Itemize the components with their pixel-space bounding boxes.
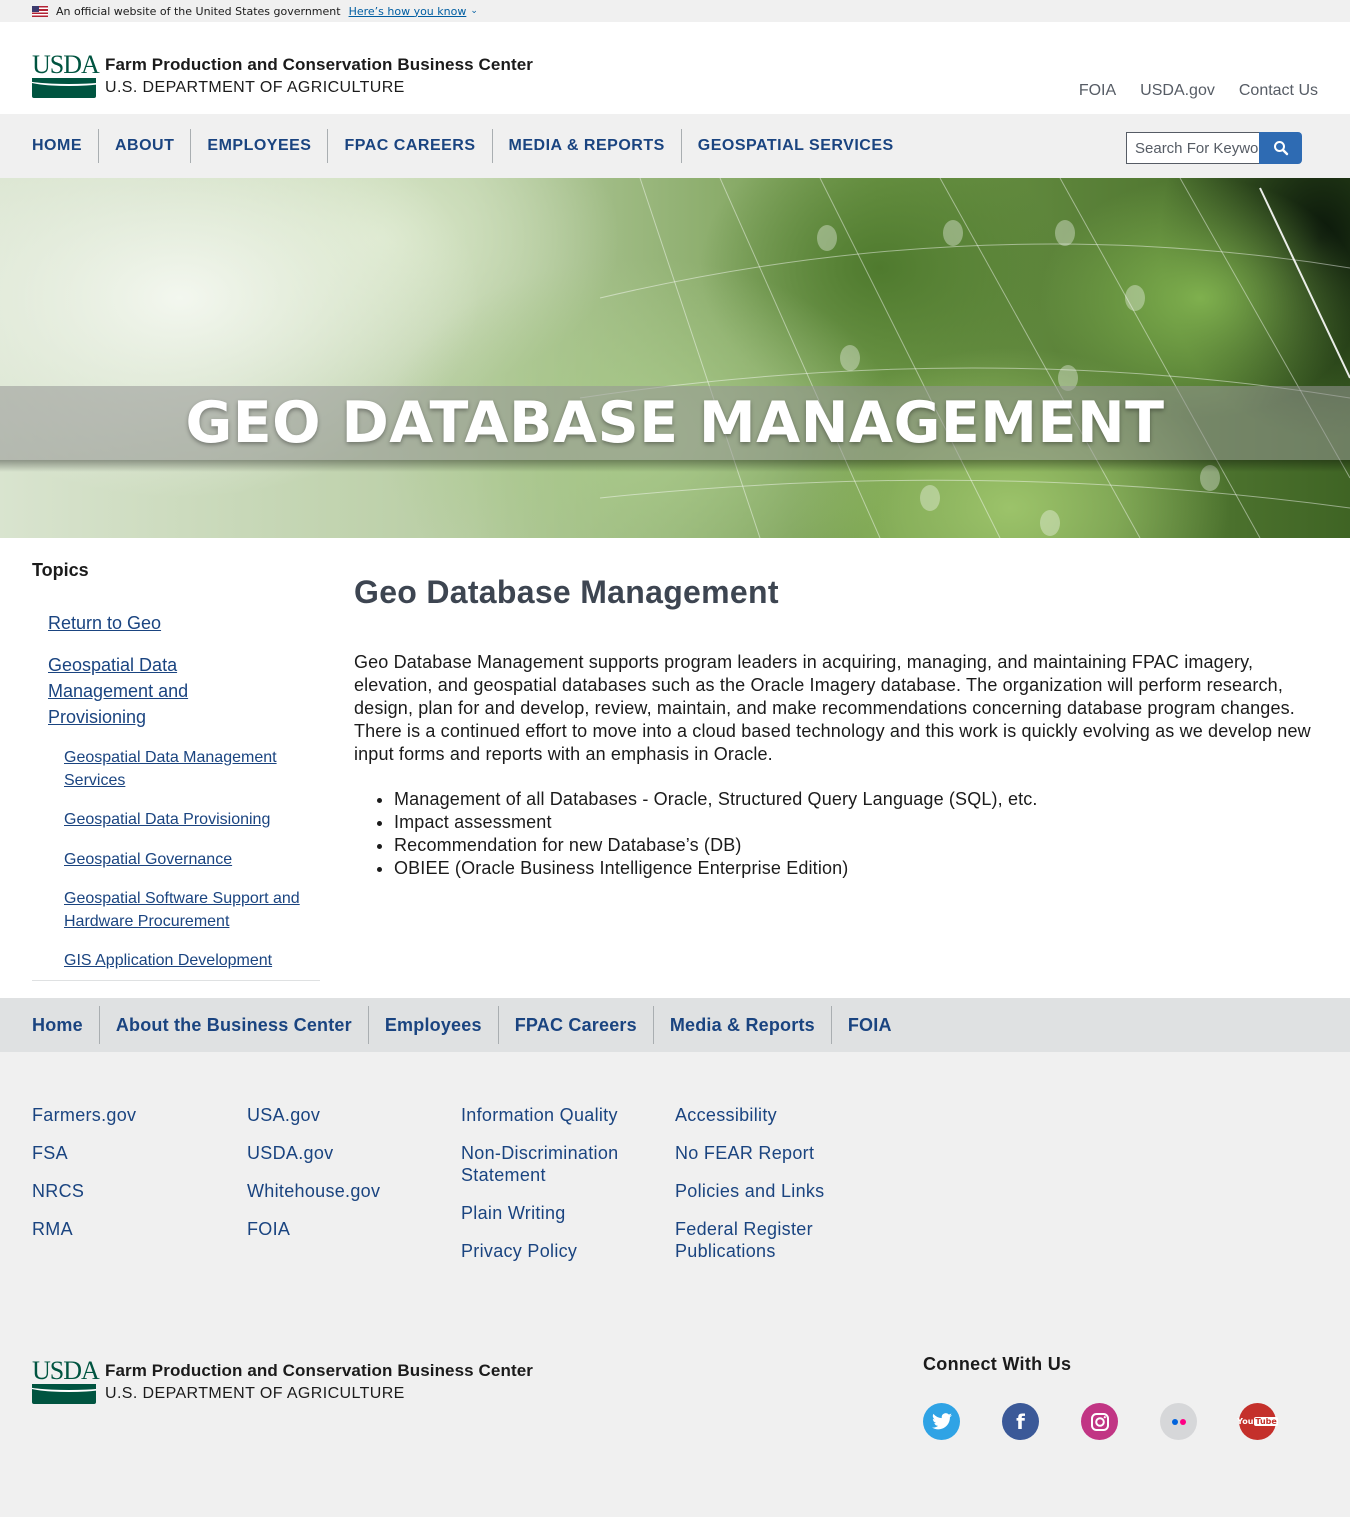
site-footer: Farmers.gov FSA NRCS RMA USA.gov USDA.go… bbox=[0, 1052, 1350, 1517]
footer-column-4: Accessibility No FEAR Report Policies an… bbox=[675, 1104, 855, 1278]
footer-column-1: Farmers.gov FSA NRCS RMA bbox=[32, 1104, 232, 1256]
footer-link-policies[interactable]: Policies and Links bbox=[675, 1180, 855, 1202]
nav-about[interactable]: ABOUT bbox=[98, 129, 190, 163]
footer-link-rma[interactable]: RMA bbox=[32, 1218, 232, 1240]
nav-geospatial-services[interactable]: GEOSPATIAL SERVICES bbox=[680, 129, 910, 163]
footer-link-plain-writing[interactable]: Plain Writing bbox=[461, 1202, 651, 1224]
usda-logo-icon: USDA bbox=[32, 52, 100, 98]
footer-nav-employees[interactable]: Employees bbox=[367, 1006, 498, 1044]
social-links: f You Tube bbox=[923, 1403, 1278, 1440]
search-icon bbox=[1273, 141, 1288, 156]
footer-link-nrcs[interactable]: NRCS bbox=[32, 1180, 232, 1202]
footer-column-3: Information Quality Non-Discrimination S… bbox=[461, 1104, 651, 1278]
side-link-gis-app-dev[interactable]: GIS Application Development bbox=[64, 949, 320, 972]
connect-section: Connect With Us f You Tube bbox=[923, 1354, 1278, 1440]
heres-how-you-know-link[interactable]: Here’s how you know bbox=[349, 5, 467, 18]
facebook-icon[interactable]: f bbox=[1002, 1403, 1039, 1440]
nav-home[interactable]: HOME bbox=[32, 129, 98, 163]
connect-heading: Connect With Us bbox=[923, 1354, 1072, 1374]
side-nav-divider bbox=[32, 980, 320, 981]
network-lines-graphic bbox=[579, 178, 1350, 538]
youtube-icon[interactable]: You Tube bbox=[1237, 1403, 1278, 1440]
side-link-software-hardware[interactable]: Geospatial Software Support and Hardware… bbox=[64, 887, 314, 933]
footer-logo[interactable]: USDA Farm Production and Conservation Bu… bbox=[32, 1358, 533, 1404]
page-title: Geo Database Management bbox=[354, 574, 779, 610]
twitter-icon[interactable] bbox=[923, 1403, 960, 1440]
footer-nav-media[interactable]: Media & Reports bbox=[652, 1006, 831, 1044]
search-form bbox=[1126, 132, 1302, 164]
util-link-foia[interactable]: FOIA bbox=[1079, 82, 1116, 100]
gov-banner-text: An official website of the United States… bbox=[56, 4, 341, 18]
footer-link-info-quality[interactable]: Information Quality bbox=[461, 1104, 651, 1126]
intro-paragraph: Geo Database Management supports program… bbox=[354, 652, 1311, 764]
hero-title: GEO DATABASE MANAGEMENT bbox=[185, 390, 1165, 456]
footer-agency-name: Farm Production and Conservation Busines… bbox=[105, 1361, 533, 1380]
footer-link-accessibility[interactable]: Accessibility bbox=[675, 1104, 855, 1126]
nav-media-reports[interactable]: MEDIA & REPORTS bbox=[491, 129, 681, 163]
hero-banner: GEO DATABASE MANAGEMENT bbox=[0, 178, 1350, 538]
department-name: U.S. DEPARTMENT OF AGRICULTURE bbox=[105, 79, 405, 96]
footer-nav-careers[interactable]: FPAC Careers bbox=[497, 1006, 653, 1044]
footer-nav: Home About the Business Center Employees… bbox=[0, 998, 1350, 1052]
nav-employees[interactable]: EMPLOYEES bbox=[190, 129, 327, 163]
side-nav-heading: Topics bbox=[32, 560, 89, 580]
footer-department-name: U.S. DEPARTMENT OF AGRICULTURE bbox=[105, 1385, 405, 1402]
footer-column-2: USA.gov USDA.gov Whitehouse.gov FOIA bbox=[247, 1104, 447, 1256]
util-link-contact[interactable]: Contact Us bbox=[1239, 82, 1318, 100]
footer-nav-about[interactable]: About the Business Center bbox=[98, 1006, 368, 1044]
site-logo[interactable]: USDA Farm Production and Conservation Bu… bbox=[32, 52, 533, 98]
footer-link-non-discrimination[interactable]: Non-Discrimination Statement bbox=[461, 1142, 651, 1186]
footer-link-foia[interactable]: FOIA bbox=[247, 1218, 447, 1240]
side-link-governance[interactable]: Geospatial Governance bbox=[64, 848, 320, 871]
side-link-data-management-provisioning[interactable]: Geospatial Data Management and Provision… bbox=[48, 652, 238, 730]
usda-logo-icon: USDA bbox=[32, 1358, 100, 1404]
us-flag-icon bbox=[32, 5, 48, 17]
chevron-down-icon[interactable]: ⌄ bbox=[470, 6, 478, 16]
footer-nav-foia[interactable]: FOIA bbox=[830, 1006, 908, 1044]
list-item: OBIEE (Oracle Business Intelligence Ente… bbox=[394, 857, 1320, 880]
footer-nav-home[interactable]: Home bbox=[32, 1006, 99, 1044]
footer-link-whitehouse[interactable]: Whitehouse.gov bbox=[247, 1180, 447, 1202]
side-nav: Topics Return to Geo Geospatial Data Man… bbox=[32, 560, 320, 972]
util-link-usda[interactable]: USDA.gov bbox=[1140, 82, 1215, 100]
footer-link-usa[interactable]: USA.gov bbox=[247, 1104, 447, 1126]
list-item: Management of all Databases - Oracle, St… bbox=[394, 788, 1320, 811]
main-nav: HOME ABOUT EMPLOYEES FPAC CAREERS MEDIA … bbox=[0, 114, 1350, 178]
side-link-return-to-geo[interactable]: Return to Geo bbox=[48, 610, 320, 636]
site-header: USDA Farm Production and Conservation Bu… bbox=[0, 22, 1350, 114]
responsibility-list: Management of all Databases - Oracle, St… bbox=[394, 788, 1320, 880]
main-content: Geo Database Management Geo Database Man… bbox=[354, 574, 1320, 880]
footer-link-federal-register[interactable]: Federal Register Publications bbox=[675, 1218, 855, 1262]
flickr-icon[interactable] bbox=[1160, 1403, 1197, 1440]
list-item: Recommendation for new Database’s (DB) bbox=[394, 834, 1320, 857]
list-item: Impact assessment bbox=[394, 811, 1320, 834]
footer-link-privacy[interactable]: Privacy Policy bbox=[461, 1240, 651, 1262]
agency-name: Farm Production and Conservation Busines… bbox=[105, 55, 533, 74]
search-input[interactable] bbox=[1126, 132, 1259, 164]
footer-link-farmers[interactable]: Farmers.gov bbox=[32, 1104, 232, 1126]
nav-fpac-careers[interactable]: FPAC CAREERS bbox=[327, 129, 491, 163]
side-link-data-management-services[interactable]: Geospatial Data Management Services bbox=[64, 746, 314, 792]
footer-link-fsa[interactable]: FSA bbox=[32, 1142, 232, 1164]
search-button[interactable] bbox=[1259, 132, 1302, 164]
main-section: Topics Return to Geo Geospatial Data Man… bbox=[0, 538, 1350, 998]
footer-link-no-fear[interactable]: No FEAR Report bbox=[675, 1142, 855, 1164]
utility-links: FOIA USDA.gov Contact Us bbox=[1079, 82, 1318, 100]
footer-link-usda[interactable]: USDA.gov bbox=[247, 1142, 447, 1164]
side-link-data-provisioning[interactable]: Geospatial Data Provisioning bbox=[64, 808, 320, 831]
instagram-icon[interactable] bbox=[1081, 1403, 1118, 1440]
gov-banner: An official website of the United States… bbox=[0, 0, 1350, 22]
